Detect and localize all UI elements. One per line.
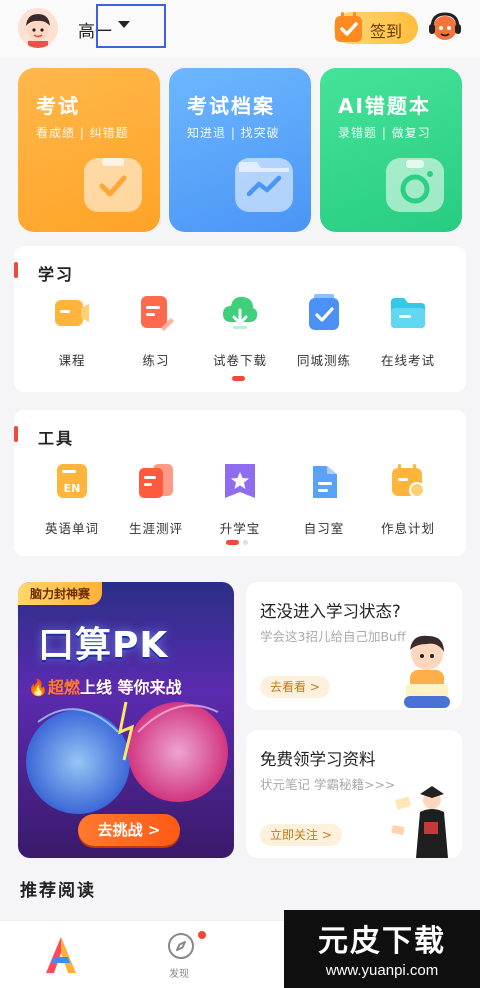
grid-item-schedule[interactable]: 作息计划: [366, 462, 450, 537]
exam-card-subtitle: 看成绩 | 纠错题: [36, 126, 129, 140]
online-exam-icon: [391, 298, 425, 328]
exam-archive-card-subtitle: 知进退 | 找突破: [187, 126, 280, 140]
free-materials-title: 免费领学习资料: [260, 750, 376, 769]
practice-icon: [141, 296, 174, 331]
page-dot-inactive: [243, 540, 248, 545]
schedule-icon: [392, 464, 425, 498]
grid-item-label: 作息计划: [380, 521, 435, 536]
study-page-indicator: [232, 376, 248, 381]
page-dot-active: [226, 540, 239, 545]
english-words-badge: EN: [64, 482, 81, 495]
calendar-check-icon: [335, 12, 362, 42]
tools-panel-accent: [14, 426, 18, 442]
grid-item-label: 升学宝: [219, 521, 261, 536]
grid-item-label: 试卷下载: [212, 353, 267, 368]
ai-mistake-book-card-subtitle: 录错题 | 做复习: [338, 126, 431, 140]
follow-now-button[interactable]: 立即关注 >: [260, 824, 342, 846]
tools-panel-title: 工具: [38, 429, 75, 448]
top-bar: 高一 签到: [0, 0, 480, 58]
scholar-illustration: [391, 786, 448, 858]
study-room-icon: [313, 466, 337, 498]
grid-item-career-assessment[interactable]: 生涯测评: [114, 462, 198, 537]
study-state-card[interactable]: 还没进入学习状态? 学会这3招儿给自己加Buff 去看看 >: [246, 582, 462, 710]
watermark-main-text: 元皮下载: [318, 924, 446, 959]
exam-card[interactable]: 考试 看成绩 | 纠错题: [18, 68, 160, 232]
local-test-icon: [309, 294, 339, 330]
chevron-down-icon[interactable]: [118, 21, 130, 28]
study-panel-accent: [14, 262, 18, 278]
career-assessment-icon: [139, 464, 173, 498]
page-dot-active: [232, 376, 245, 381]
camera-icon: [386, 158, 444, 212]
assistant-robot-icon[interactable]: [428, 10, 462, 44]
promo-subline: 🔥超燃上线 等你来战: [28, 674, 182, 698]
ai-mistake-book-card[interactable]: AI错题本 录错题 | 做复习: [320, 68, 462, 232]
ai-mistake-book-card-title: AI错题本: [338, 94, 431, 118]
course-icon: [55, 300, 89, 326]
study-panel: 学习 课程 练习 试卷下载 同城测练 在线考试: [14, 246, 466, 392]
grid-item-online-exam[interactable]: 在线考试: [366, 294, 450, 369]
recommended-reading-title: 推荐阅读: [20, 881, 96, 901]
reading-boy-illustration: [404, 635, 450, 708]
home-tab-logo-icon[interactable]: [42, 935, 80, 975]
grid-item-practice[interactable]: 练习: [114, 294, 198, 369]
grid-item-study-room[interactable]: 自习室: [282, 462, 366, 537]
exam-archive-card[interactable]: 考试档案 知进退 | 找突破: [169, 68, 311, 232]
study-state-subtitle: 学会这3招儿给自己加Buff: [260, 629, 406, 644]
trend-folder-icon: [235, 158, 293, 212]
grid-item-label: 在线考试: [380, 353, 435, 368]
exam-check-icon: [84, 158, 142, 212]
grid-item-paper-download[interactable]: 试卷下载: [198, 294, 282, 369]
tools-page-indicator: [226, 540, 252, 545]
grid-item-english-words[interactable]: EN 英语单词: [30, 462, 114, 537]
site-watermark: 元皮下载 www.yuanpi.com: [284, 910, 480, 988]
study-panel-title: 学习: [38, 265, 75, 284]
download-icon: [223, 296, 258, 329]
promo-headline: 口算PK: [38, 625, 169, 666]
promo-tag: 脑力封神赛: [18, 582, 103, 605]
avatar[interactable]: [18, 8, 58, 48]
tools-panel: 工具 EN 英语单词 生涯测评 升学宝 自习室 作息计划: [14, 410, 466, 556]
go-see-button[interactable]: 去看看 >: [260, 676, 330, 698]
compass-icon[interactable]: [166, 931, 196, 961]
tab-discover-label[interactable]: 发现: [169, 965, 189, 980]
grid-item-label: 英语单词: [44, 521, 99, 536]
grid-item-local-test[interactable]: 同城测练: [282, 294, 366, 369]
grid-item-label: 同城测练: [296, 353, 351, 368]
fire-icon: 🔥: [28, 678, 48, 697]
signin-button[interactable]: 签到: [334, 12, 418, 44]
watermark-url-text: www.yuanpi.com: [325, 962, 439, 979]
signin-label: 签到: [370, 22, 403, 41]
mental-math-pk-banner[interactable]: 脑力封神赛 口算PK 🔥超燃上线 等你来战 去挑战 >: [18, 582, 234, 858]
free-materials-card[interactable]: 免费领学习资料 状元笔记 学霸秘籍>>> 立即关注 >: [246, 730, 462, 858]
challenge-button[interactable]: 去挑战 >: [78, 814, 180, 846]
free-materials-subtitle: 状元笔记 学霸秘籍>>>: [260, 777, 396, 792]
study-state-title: 还没进入学习状态?: [260, 602, 401, 621]
promo-sub-fire: 超燃: [47, 678, 80, 697]
grid-item-label: 生涯测评: [128, 521, 183, 536]
grid-item-label: 自习室: [303, 521, 345, 536]
exam-card-title: 考试: [36, 94, 80, 118]
grid-item-label: 课程: [58, 353, 86, 368]
promo-sub-rest: 上线 等你来战: [79, 678, 182, 697]
english-words-icon: EN: [57, 464, 87, 498]
notification-dot: [198, 931, 206, 939]
grid-item-label: 练习: [142, 353, 170, 368]
grade-selector-highlight[interactable]: [96, 4, 166, 48]
admission-icon: [225, 464, 255, 498]
grid-item-admission[interactable]: 升学宝: [198, 462, 282, 537]
exam-archive-card-title: 考试档案: [187, 94, 275, 118]
grid-item-course[interactable]: 课程: [30, 294, 114, 369]
